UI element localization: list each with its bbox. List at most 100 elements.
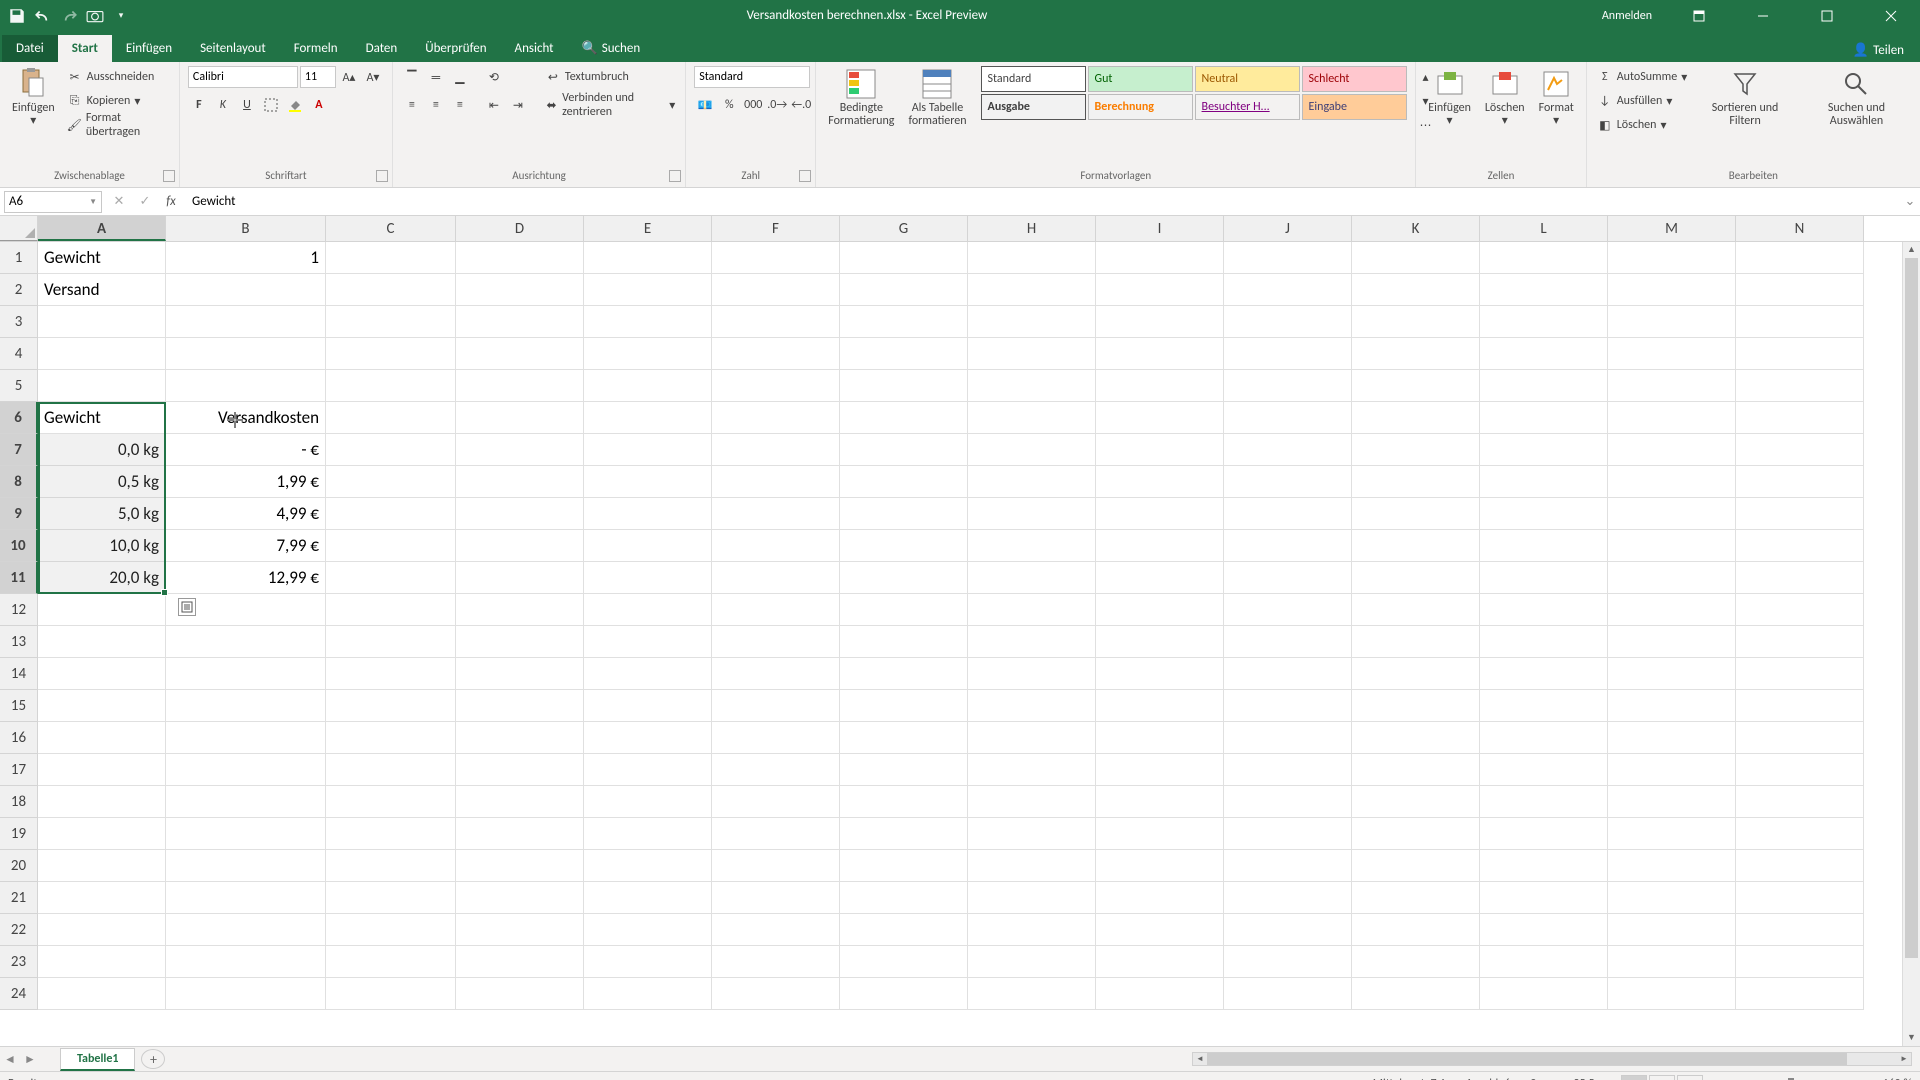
underline-button[interactable]: U <box>236 94 258 116</box>
tab-review[interactable]: Überprüfen <box>411 35 500 62</box>
cell-L21[interactable] <box>1480 882 1608 914</box>
align-center-icon[interactable]: ≡ <box>425 94 447 116</box>
cell-F10[interactable] <box>712 530 840 562</box>
cell-L3[interactable] <box>1480 306 1608 338</box>
cell-D2[interactable] <box>456 274 584 306</box>
cell-I10[interactable] <box>1096 530 1224 562</box>
cell-C10[interactable] <box>326 530 456 562</box>
cell-K14[interactable] <box>1352 658 1480 690</box>
format-painter-button[interactable]: 🖌Format übertragen <box>65 114 171 136</box>
cell-J15[interactable] <box>1224 690 1352 722</box>
cell-N15[interactable] <box>1736 690 1864 722</box>
row-header-4[interactable]: 4 <box>0 338 38 370</box>
cell-D8[interactable] <box>456 466 584 498</box>
cell-M14[interactable] <box>1608 658 1736 690</box>
cell-A11[interactable]: 20,0 kg <box>38 562 166 594</box>
cell-H15[interactable] <box>968 690 1096 722</box>
cell-I17[interactable] <box>1096 754 1224 786</box>
cell-F23[interactable] <box>712 946 840 978</box>
cell-D3[interactable] <box>456 306 584 338</box>
decrease-indent-icon[interactable]: ⇤ <box>483 94 505 116</box>
cell-H23[interactable] <box>968 946 1096 978</box>
cell-G6[interactable] <box>840 402 968 434</box>
cell-G24[interactable] <box>840 978 968 1010</box>
cell-I5[interactable] <box>1096 370 1224 402</box>
col-header-H[interactable]: H <box>968 216 1096 241</box>
undo-icon[interactable] <box>34 7 52 25</box>
format-as-table-button[interactable]: Als Tabelle formatieren <box>904 66 970 130</box>
cell-A17[interactable] <box>38 754 166 786</box>
cell-B18[interactable] <box>166 786 326 818</box>
tab-insert[interactable]: Einfügen <box>112 35 186 62</box>
horizontal-scrollbar[interactable]: ◄ ► <box>1192 1052 1912 1066</box>
cell-M6[interactable] <box>1608 402 1736 434</box>
cell-I8[interactable] <box>1096 466 1224 498</box>
cell-C9[interactable] <box>326 498 456 530</box>
cell-J24[interactable] <box>1224 978 1352 1010</box>
cell-D12[interactable] <box>456 594 584 626</box>
cell-G15[interactable] <box>840 690 968 722</box>
cell-M20[interactable] <box>1608 850 1736 882</box>
cell-D1[interactable] <box>456 242 584 274</box>
cell-K24[interactable] <box>1352 978 1480 1010</box>
font-size-input[interactable] <box>300 66 336 88</box>
cell-B13[interactable] <box>166 626 326 658</box>
cell-A18[interactable] <box>38 786 166 818</box>
cell-C16[interactable] <box>326 722 456 754</box>
row-header-1[interactable]: 1 <box>0 242 38 274</box>
cell-G16[interactable] <box>840 722 968 754</box>
cell-F11[interactable] <box>712 562 840 594</box>
camera-icon[interactable] <box>86 7 104 25</box>
cell-E14[interactable] <box>584 658 712 690</box>
cell-G5[interactable] <box>840 370 968 402</box>
cell-F18[interactable] <box>712 786 840 818</box>
cell-A9[interactable]: 5,0 kg <box>38 498 166 530</box>
cell-M2[interactable] <box>1608 274 1736 306</box>
cell-J9[interactable] <box>1224 498 1352 530</box>
cell-A20[interactable] <box>38 850 166 882</box>
cell-J18[interactable] <box>1224 786 1352 818</box>
style-gut[interactable]: Gut <box>1088 66 1193 92</box>
cell-H6[interactable] <box>968 402 1096 434</box>
cut-button[interactable]: ✂Ausschneiden <box>65 66 171 88</box>
cell-F21[interactable] <box>712 882 840 914</box>
cell-L20[interactable] <box>1480 850 1608 882</box>
cell-B6[interactable]: Versandkosten <box>166 402 326 434</box>
align-bottom-icon[interactable]: ▁ <box>449 66 471 88</box>
cell-G1[interactable] <box>840 242 968 274</box>
cell-H18[interactable] <box>968 786 1096 818</box>
find-select-button[interactable]: Suchen und Auswählen <box>1801 66 1912 130</box>
scroll-up-icon[interactable]: ▲ <box>1903 242 1920 258</box>
cell-J14[interactable] <box>1224 658 1352 690</box>
cell-E9[interactable] <box>584 498 712 530</box>
cell-F12[interactable] <box>712 594 840 626</box>
percent-icon[interactable]: % <box>718 94 740 116</box>
cell-M22[interactable] <box>1608 914 1736 946</box>
cell-E8[interactable] <box>584 466 712 498</box>
cell-I22[interactable] <box>1096 914 1224 946</box>
cell-L13[interactable] <box>1480 626 1608 658</box>
cell-I21[interactable] <box>1096 882 1224 914</box>
tab-search[interactable]: 🔍Suchen <box>568 35 655 62</box>
cell-N6[interactable] <box>1736 402 1864 434</box>
cell-M8[interactable] <box>1608 466 1736 498</box>
cell-J20[interactable] <box>1224 850 1352 882</box>
cell-J1[interactable] <box>1224 242 1352 274</box>
cell-J19[interactable] <box>1224 818 1352 850</box>
cell-E20[interactable] <box>584 850 712 882</box>
maximize-button[interactable] <box>1804 0 1850 31</box>
cell-D9[interactable] <box>456 498 584 530</box>
formula-input[interactable] <box>188 191 1900 213</box>
cell-M19[interactable] <box>1608 818 1736 850</box>
cell-F4[interactable] <box>712 338 840 370</box>
cell-I4[interactable] <box>1096 338 1224 370</box>
cell-M11[interactable] <box>1608 562 1736 594</box>
cell-G3[interactable] <box>840 306 968 338</box>
cell-I18[interactable] <box>1096 786 1224 818</box>
cell-N8[interactable] <box>1736 466 1864 498</box>
close-button[interactable] <box>1868 0 1914 31</box>
cell-H8[interactable] <box>968 466 1096 498</box>
cell-H10[interactable] <box>968 530 1096 562</box>
col-header-B[interactable]: B <box>166 216 326 241</box>
increase-decimal-icon[interactable]: .0→ <box>766 94 788 116</box>
